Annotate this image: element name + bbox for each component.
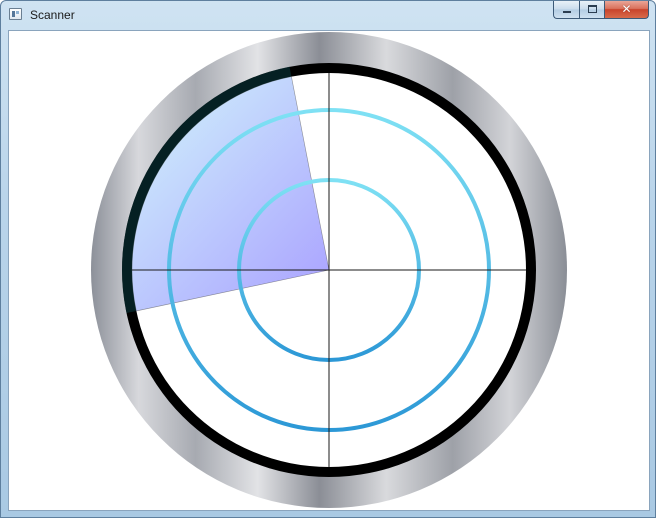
caption-buttons: ✕ <box>553 1 649 21</box>
maximize-button[interactable] <box>579 1 604 19</box>
close-button[interactable]: ✕ <box>604 1 649 19</box>
window-title: Scanner <box>30 8 75 22</box>
radar-scope <box>91 32 567 508</box>
scanner-window: Scanner ✕ <box>0 0 656 518</box>
close-icon: ✕ <box>621 2 632 16</box>
maximize-icon <box>588 5 597 13</box>
minimize-icon <box>563 11 571 13</box>
window-app-icon[interactable] <box>9 8 22 20</box>
title-bar[interactable]: Scanner ✕ <box>1 1 655 29</box>
client-area <box>8 30 650 511</box>
minimize-button[interactable] <box>553 1 579 19</box>
